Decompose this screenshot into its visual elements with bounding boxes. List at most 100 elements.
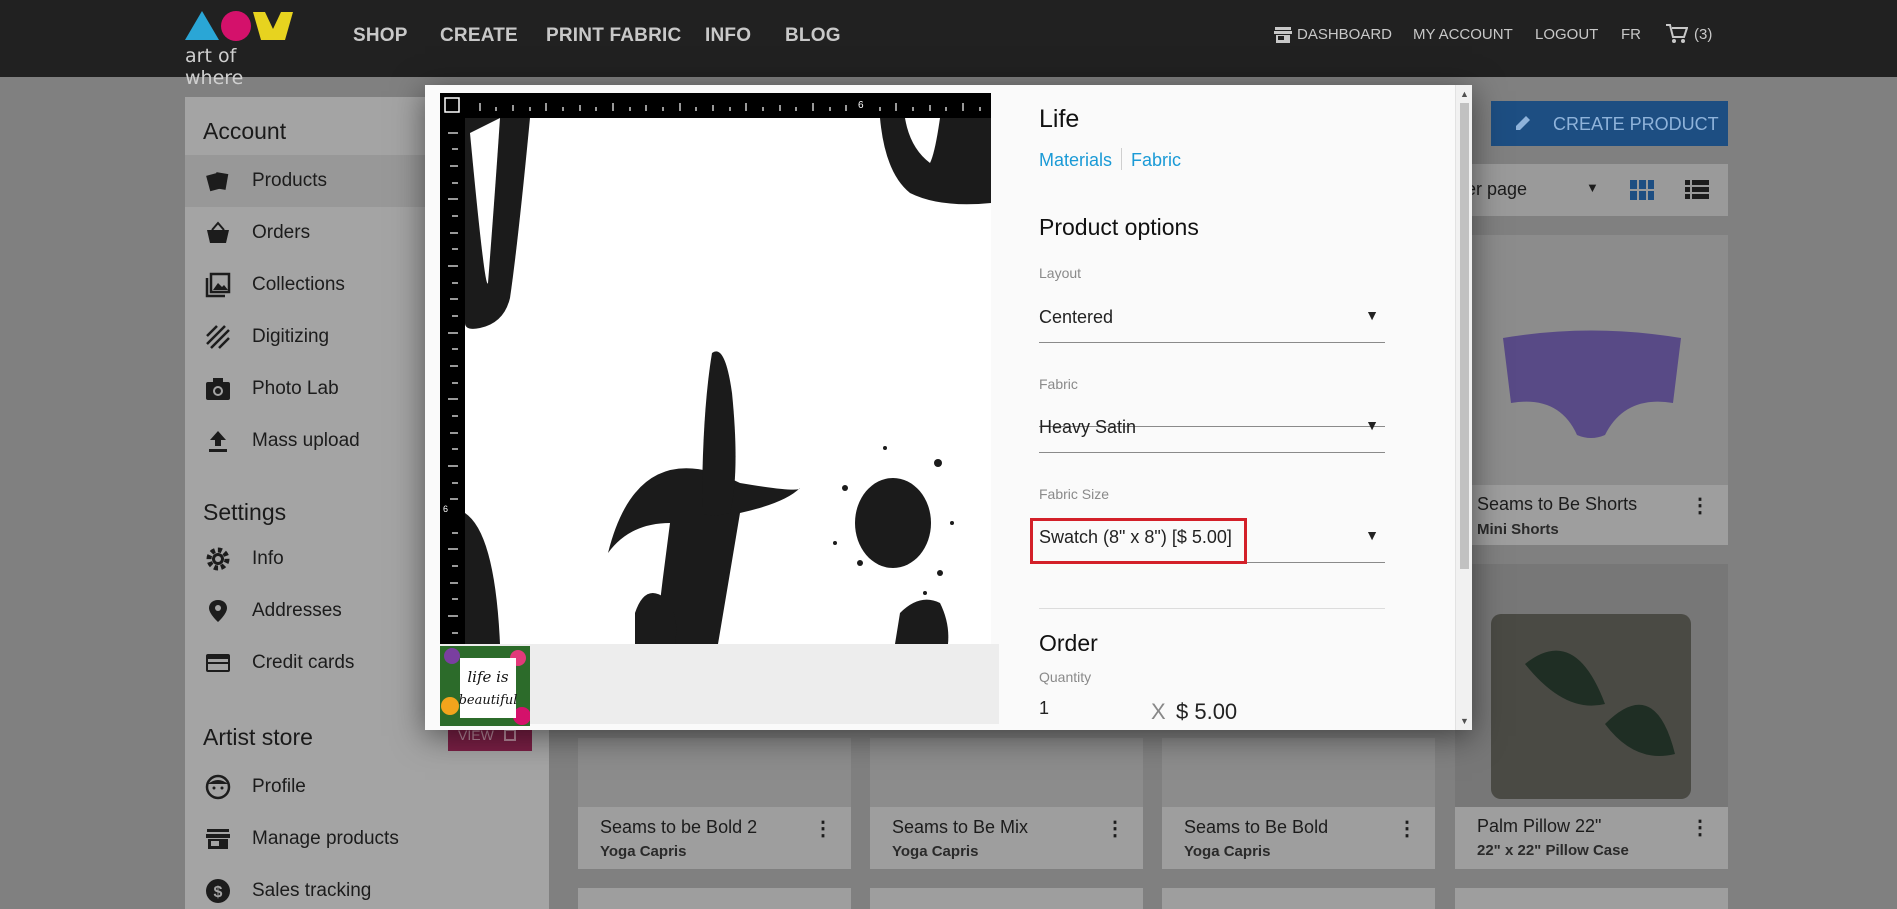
svg-text:beautiful: beautiful	[459, 693, 518, 708]
nav-language-fr[interactable]: FR	[1621, 26, 1641, 43]
more-options-icon[interactable]: ⋮	[813, 816, 833, 841]
logo-shapes-icon	[185, 11, 293, 41]
product-card[interactable]	[1162, 888, 1435, 909]
dialog-scrollbar[interactable]: ▲ ▼	[1455, 85, 1472, 730]
grid-view-icon[interactable]	[1630, 180, 1654, 200]
product-card[interactable]: Palm Pillow 22" 22" x 22" Pillow Case ⋮	[1455, 564, 1728, 869]
pencil-icon	[1513, 113, 1533, 133]
create-product-label: CREATE PRODUCT	[1553, 114, 1719, 134]
nav-create[interactable]: CREATE	[440, 25, 518, 47]
more-options-icon[interactable]: ⋮	[1690, 493, 1710, 518]
more-options-icon[interactable]: ⋮	[1690, 815, 1710, 840]
sidebar-item-profile[interactable]: Profile	[185, 761, 549, 813]
product-subtitle: Mini Shorts	[1477, 521, 1559, 538]
nav-info[interactable]: INFO	[705, 25, 751, 47]
product-card[interactable]: Seams to Be Shorts Mini Shorts ⋮	[1455, 235, 1728, 545]
layout-label: Layout	[1039, 265, 1082, 281]
design-thumbnail[interactable]: life is beautiful	[440, 646, 530, 726]
product-title: Seams to Be Bold	[1184, 817, 1329, 837]
dropdown-arrow-icon: ▼	[1365, 527, 1379, 543]
sidebar-item-label: Orders	[252, 222, 311, 243]
product-subtitle: Yoga Capris	[892, 843, 979, 860]
nav-logout[interactable]: LOGOUT	[1535, 26, 1598, 43]
sidebar-item-label: Mass upload	[252, 430, 360, 451]
top-navigation: art of where SHOP CREATE PRINT FABRIC IN…	[0, 0, 1897, 89]
product-image	[870, 738, 1143, 807]
chevron-down-icon[interactable]: ▼	[1586, 180, 1599, 195]
fabric-size-label: Fabric Size	[1039, 486, 1110, 502]
product-image	[1162, 738, 1435, 807]
create-product-button[interactable]: CREATE PRODUCT	[1491, 101, 1728, 146]
fabric-preview[interactable]: 6 6	[440, 93, 991, 644]
art-of-where-logo[interactable]: art of where	[185, 9, 297, 89]
more-options-icon[interactable]: ⋮	[1397, 816, 1417, 841]
sidebar-item-label: Credit cards	[252, 652, 355, 673]
fabric-size-value: Swatch (8" x 8") [$ 5.00]	[1039, 527, 1232, 547]
product-subtitle: 22" x 22" Pillow Case	[1477, 842, 1629, 859]
dropdown-arrow-icon: ▼	[1365, 307, 1379, 323]
pillow-thumbnail	[1491, 614, 1691, 799]
sidebar-item-label: Profile	[252, 776, 306, 797]
sidebar-item-label: Products	[252, 170, 327, 191]
logo-wordmark: art of where	[185, 45, 244, 89]
sidebar-item-label: Info	[252, 548, 284, 569]
design-thumbnails-strip: life is beautiful	[440, 644, 999, 726]
breadcrumb-fabric[interactable]: Fabric	[1131, 150, 1181, 170]
product-card[interactable]: Seams to Be Mix Yoga Capris ⋮	[870, 738, 1143, 869]
quantity-input[interactable]: 1	[1039, 698, 1049, 719]
store-icon	[1274, 26, 1292, 43]
product-options-dialog: 6 6 life is beautiful Life Materials Fabr…	[425, 85, 1472, 730]
fabric-value: Heavy Satin	[1039, 417, 1137, 437]
nav-shop[interactable]: SHOP	[353, 25, 408, 47]
product-card[interactable]: Seams to Be Bold Yoga Capris ⋮	[1162, 738, 1435, 869]
sidebar-item-label: Sales tracking	[252, 880, 372, 901]
breadcrumb-materials[interactable]: Materials	[1039, 150, 1112, 170]
nav-blog[interactable]: BLOG	[785, 25, 841, 47]
product-options-panel: Life Materials Fabric Product options Lay…	[1030, 85, 1411, 730]
sidebar-item-sales-tracking[interactable]: $ Sales tracking	[185, 865, 549, 909]
quantity-label: Quantity	[1039, 669, 1092, 685]
store-icon	[205, 826, 231, 852]
fabric-size-select[interactable]: Swatch (8" x 8") [$ 5.00] ▼	[1030, 518, 1385, 564]
list-view-icon[interactable]	[1685, 180, 1709, 200]
unit-price: $ 5.00	[1176, 699, 1238, 724]
layout-select[interactable]: Centered ▼	[1039, 299, 1385, 343]
product-subtitle: Yoga Capris	[600, 843, 687, 860]
cart-count[interactable]: (3)	[1694, 26, 1712, 43]
product-title: Seams to Be Mix	[892, 817, 1029, 837]
fabric-label: Fabric	[1039, 376, 1078, 392]
products-icon	[205, 168, 231, 194]
artist-store-heading: Artist store	[203, 724, 313, 750]
dialog-title: Life	[1039, 105, 1080, 133]
product-list-toolbar: per page ▼	[1456, 164, 1728, 216]
digitizing-icon	[205, 324, 231, 350]
credit-card-icon	[205, 650, 231, 676]
nav-my-account[interactable]: MY ACCOUNT	[1413, 26, 1513, 43]
sidebar-item-label: Collections	[252, 274, 345, 295]
ruler-left-mark: 6	[443, 504, 448, 514]
product-image	[1455, 564, 1728, 807]
scroll-down-arrow-icon[interactable]: ▼	[1460, 716, 1469, 726]
fabric-select[interactable]: Heavy Satin ▼	[1039, 409, 1385, 453]
face-icon	[205, 774, 231, 800]
location-pin-icon	[205, 598, 231, 624]
product-card[interactable]	[1455, 888, 1728, 909]
svg-text:$: $	[214, 884, 223, 901]
account-heading: Account	[203, 118, 287, 144]
nav-print-fabric[interactable]: PRINT FABRIC	[546, 25, 681, 47]
cart-icon[interactable]	[1666, 24, 1689, 44]
nav-dashboard[interactable]: DASHBOARD	[1297, 26, 1392, 43]
product-card[interactable]: Seams to be Bold 2 Yoga Capris ⋮	[578, 738, 851, 869]
multiply-sign: X	[1151, 699, 1166, 724]
collections-icon	[205, 272, 231, 298]
section-divider	[1039, 608, 1385, 609]
more-options-icon[interactable]: ⋮	[1105, 816, 1125, 841]
ruler-top-mark: 6	[858, 100, 864, 111]
scrollbar-thumb[interactable]	[1460, 103, 1469, 569]
product-card[interactable]	[870, 888, 1143, 909]
dollar-icon: $	[205, 878, 231, 904]
sidebar-item-manage-products[interactable]: Manage products	[185, 813, 549, 865]
product-card[interactable]	[578, 888, 851, 909]
scroll-up-arrow-icon[interactable]: ▲	[1460, 89, 1469, 99]
sidebar-item-label: Manage products	[252, 828, 399, 849]
